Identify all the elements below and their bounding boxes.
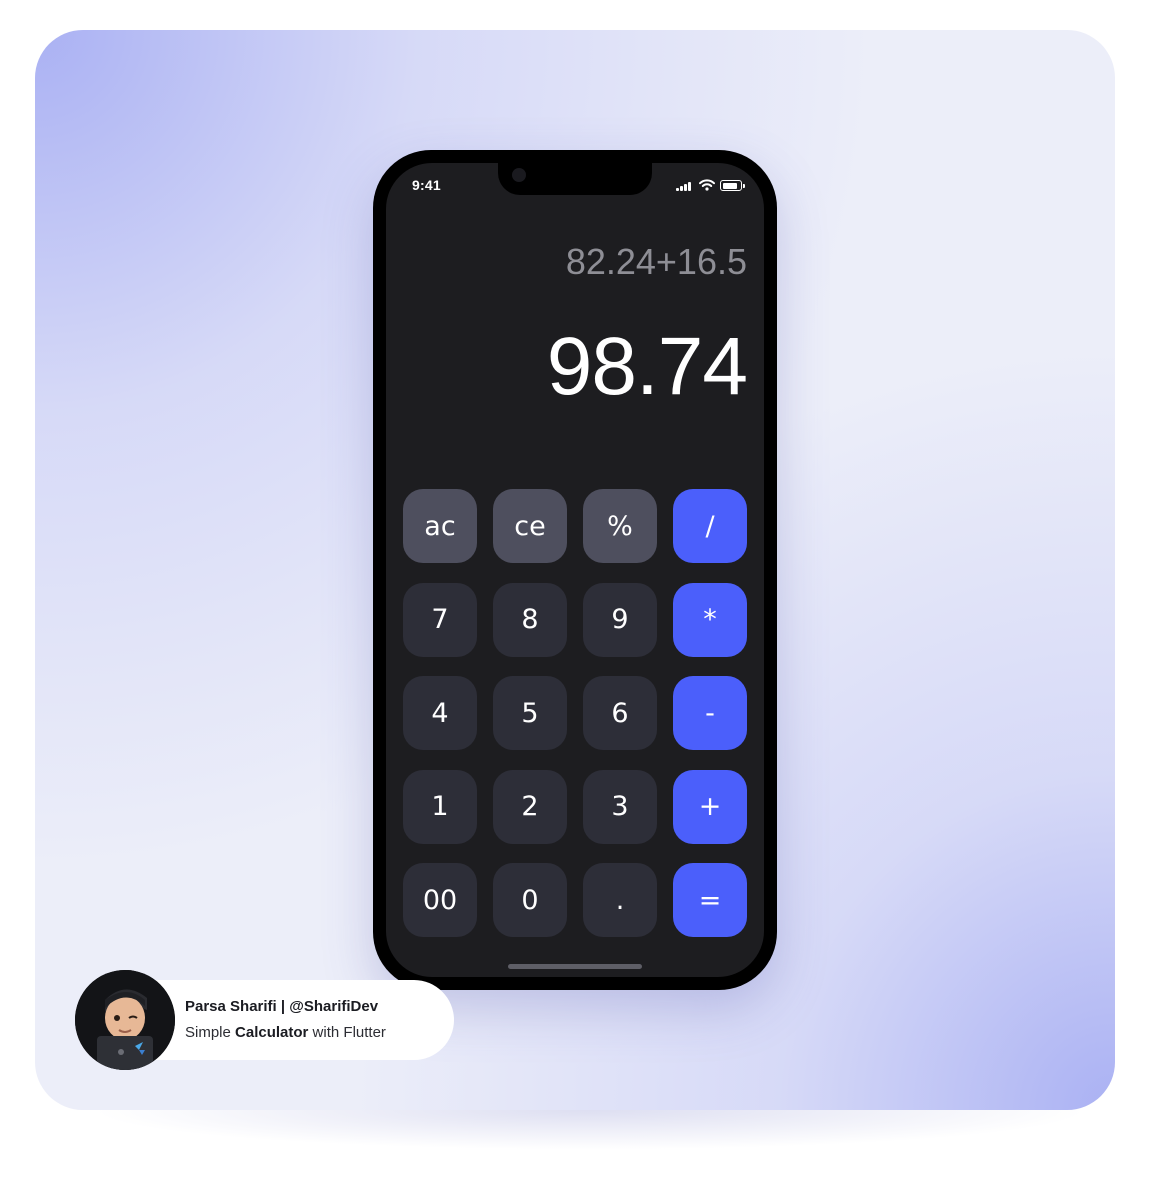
key-multiply-button[interactable]: * <box>673 582 747 657</box>
key-7-button[interactable]: 7 <box>403 582 477 657</box>
key-ac-button[interactable]: ac <box>403 489 477 563</box>
key-plus-button[interactable]: + <box>673 769 747 844</box>
key-1-button[interactable]: 1 <box>403 769 477 844</box>
phone-frame: 9:41 82.24+16.5 98.74 ac ce%/ 7 8 9 * 4 5 6- 1 2 3 +… <box>373 150 777 990</box>
expression-display: 82.24+16.5 <box>565 241 747 282</box>
avatar-illustration <box>75 970 175 1070</box>
key-8-button[interactable]: 8 <box>493 582 567 657</box>
author-name: Parsa Sharifi | @SharifiDev <box>185 998 379 1015</box>
author-subtitle: Simple Calculator with Flutter <box>185 1024 386 1041</box>
key-5-button[interactable]: 5 <box>493 676 567 750</box>
subtitle-prefix: Simple <box>185 1024 236 1041</box>
key-double-zero-button[interactable]: 00 <box>403 863 477 937</box>
result-display: 98.74 <box>546 321 748 412</box>
key-6-button[interactable]: 6 <box>583 676 657 750</box>
wifi-icon <box>699 179 715 191</box>
avatar <box>75 970 175 1070</box>
key-minus-button[interactable]: - <box>673 676 747 750</box>
notch <box>498 163 652 195</box>
subtitle-highlight: Calculator <box>235 1024 309 1041</box>
key-0-button[interactable]: 0 <box>493 863 567 937</box>
status-time: 9:41 <box>412 177 441 193</box>
battery-icon <box>720 180 745 191</box>
key-ce-button[interactable]: ce <box>493 489 567 563</box>
subtitle-suffix: with Flutter <box>308 1024 386 1041</box>
key-equals-button[interactable]: = <box>673 863 747 937</box>
key-decimal-button[interactable]: . <box>583 863 657 937</box>
signal-icon <box>676 181 694 191</box>
key-3-button[interactable]: 3 <box>583 769 657 844</box>
key-9-button[interactable]: 9 <box>583 582 657 657</box>
phone-screen: 9:41 82.24+16.5 98.74 ac ce%/ 7 8 9 * 4 5 6- 1 2 3 +… <box>386 163 764 977</box>
keypad: ac ce%/ 7 8 9 * 4 5 6- 1 2 3 +00 0. = <box>403 489 747 937</box>
camera-icon <box>512 168 526 182</box>
key-percent-button[interactable]: % <box>583 489 657 563</box>
home-indicator[interactable] <box>508 964 642 969</box>
key-2-button[interactable]: 2 <box>493 769 567 844</box>
key-4-button[interactable]: 4 <box>403 676 477 750</box>
key-divide-button[interactable]: / <box>673 489 747 563</box>
